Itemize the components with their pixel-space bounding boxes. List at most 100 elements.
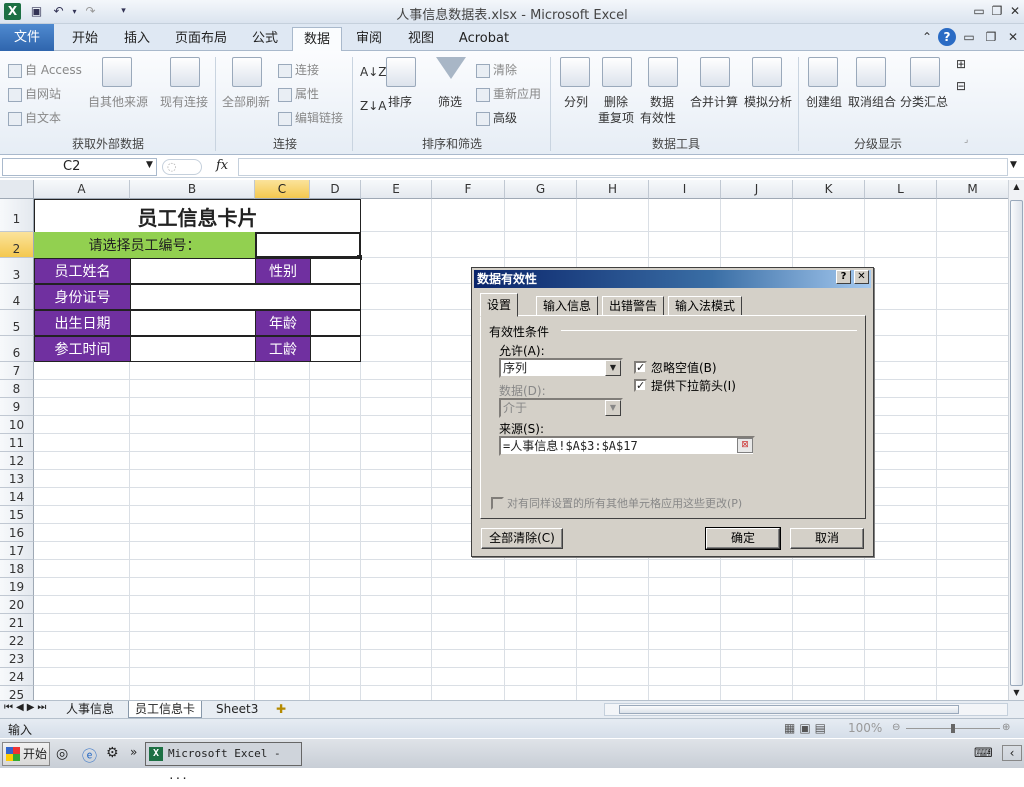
row-header[interactable]: 2 (0, 232, 34, 258)
ie-icon[interactable]: ⓔ (82, 745, 97, 766)
minimize-icon[interactable]: ▭ (970, 2, 988, 20)
row-header[interactable]: 5 (0, 310, 34, 336)
tray-keyboard-icon[interactable]: ⌨ (974, 746, 993, 761)
scroll-thumb[interactable] (1010, 200, 1023, 686)
label-cell-join[interactable]: 参工时间 (34, 336, 131, 362)
name-box[interactable]: C2 (2, 158, 157, 176)
tab-page-layout[interactable]: 页面布局 (168, 27, 234, 51)
remove-duplicates-button-1[interactable]: 删除 (604, 93, 628, 110)
column-header[interactable]: C (255, 180, 310, 199)
reapply-button[interactable]: 重新应用 (476, 85, 541, 102)
start-button[interactable]: 开始 (2, 742, 50, 766)
scroll-up-icon[interactable]: ▲ (1011, 182, 1022, 191)
vertical-scrollbar[interactable]: ▲ ▼ (1008, 180, 1024, 700)
row-header[interactable]: 17 (0, 542, 34, 560)
row-header[interactable]: 11 (0, 434, 34, 452)
column-header[interactable]: M (937, 180, 1008, 199)
tab-formulas[interactable]: 公式 (242, 27, 288, 51)
row-header[interactable]: 23 (0, 650, 34, 668)
dialog-titlebar[interactable]: 数据有效性 (474, 270, 871, 288)
zoom-out-icon[interactable]: ⊖ (892, 723, 900, 733)
row-header[interactable]: 6 (0, 336, 34, 362)
collapse-ribbon-icon[interactable]: ⌃ (918, 28, 936, 46)
close-icon[interactable]: ✕ (1006, 2, 1024, 20)
allow-dropdown-icon[interactable]: ▼ (605, 360, 621, 376)
row-header[interactable]: 13 (0, 470, 34, 488)
select-all-corner[interactable] (0, 180, 34, 199)
formula-input[interactable] (238, 158, 1008, 176)
value-cell-tenure[interactable] (310, 336, 361, 362)
label-cell-gender[interactable]: 性别 (255, 258, 311, 284)
expand-formula-bar-icon[interactable]: ▼ (1010, 160, 1017, 170)
column-header[interactable]: D (310, 180, 361, 199)
sheet-nav-icons[interactable]: ⏮◀▶⏭ (4, 702, 49, 713)
column-header[interactable]: K (793, 180, 865, 199)
from-text-button[interactable]: 自文本 (8, 109, 61, 126)
horizontal-scrollbar[interactable] (604, 703, 1008, 716)
connections-button[interactable]: 连接 (278, 61, 319, 78)
sort-button[interactable]: 排序 (388, 93, 412, 110)
row-header[interactable]: 24 (0, 668, 34, 686)
restore-icon[interactable]: ❐ (988, 2, 1006, 20)
dialog-tab-input-message[interactable]: 输入信息 (536, 296, 599, 316)
row-header[interactable]: 3 (0, 258, 34, 284)
tray-expand-icon[interactable]: ‹ (1002, 745, 1022, 761)
row-header[interactable]: 18 (0, 560, 34, 578)
quicklaunch-more-icon[interactable]: » (130, 745, 137, 759)
data-dropdown-icon[interactable]: ▼ (605, 400, 621, 416)
other-sources-button[interactable]: 自其他来源 (88, 93, 148, 110)
label-cell-age[interactable]: 年龄 (255, 310, 311, 336)
value-cell-id[interactable] (130, 284, 361, 310)
row-header[interactable]: 15 (0, 506, 34, 524)
tab-acrobat[interactable]: Acrobat (452, 27, 516, 51)
scroll-down-icon[interactable]: ▼ (1011, 688, 1022, 697)
tab-home[interactable]: 开始 (62, 27, 108, 51)
ok-button[interactable]: 确定 (705, 527, 781, 550)
filter-button[interactable]: 筛选 (438, 93, 462, 110)
outline-dialog-launcher-icon[interactable]: ⌟ (964, 135, 968, 145)
employee-id-input-cell[interactable] (255, 232, 361, 258)
column-header[interactable]: J (721, 180, 793, 199)
doc-restore-icon[interactable]: ❐ (982, 28, 1000, 46)
sheet-tab-3[interactable]: Sheet3 (210, 701, 264, 718)
tab-view[interactable]: 视图 (398, 27, 444, 51)
refresh-all-button[interactable]: 全部刷新 (222, 93, 270, 110)
row-header[interactable]: 4 (0, 284, 34, 310)
row-header[interactable]: 14 (0, 488, 34, 506)
tab-file[interactable]: 文件 (0, 24, 54, 51)
dialog-tab-ime-mode[interactable]: 输入法模式 (668, 296, 743, 316)
label-cell-tenure[interactable]: 工龄 (255, 336, 311, 362)
show-detail-icon[interactable]: ⊞ (956, 57, 966, 71)
column-header[interactable]: E (361, 180, 432, 199)
formula-bar-splitter[interactable]: ◌ (162, 159, 202, 175)
insert-function-icon[interactable]: fx (216, 158, 228, 173)
dialog-tab-settings[interactable]: 设置 (480, 293, 519, 317)
value-cell-age[interactable] (310, 310, 361, 336)
zoom-thumb[interactable] (951, 724, 955, 733)
column-header[interactable]: F (432, 180, 505, 199)
dropdown-checkbox[interactable]: ✓ (634, 379, 647, 392)
data-validation-button-1[interactable]: 数据 (650, 93, 674, 110)
dialog-tab-error-alert[interactable]: 出错警告 (602, 296, 665, 316)
ungroup-button[interactable]: 取消组合 (848, 93, 896, 110)
h-scroll-thumb[interactable] (619, 705, 959, 714)
row-header[interactable]: 12 (0, 452, 34, 470)
from-web-button[interactable]: 自网站 (8, 85, 61, 102)
cancel-button[interactable]: 取消 (790, 528, 864, 549)
row-header[interactable]: 1 (0, 199, 34, 232)
row-header[interactable]: 9 (0, 398, 34, 416)
what-if-button[interactable]: 模拟分析 (744, 93, 792, 110)
ignore-blank-checkbox[interactable]: ✓ (634, 361, 647, 374)
taskbar-excel-button[interactable]: X Microsoft Excel - ... (145, 742, 302, 782)
zoom-in-icon[interactable]: ⊕ (1002, 723, 1010, 733)
sheet-tab-1[interactable]: 人事信息 (60, 701, 120, 718)
clear-button[interactable]: 清除 (476, 61, 517, 78)
hide-detail-icon[interactable]: ⊟ (956, 79, 966, 93)
row-header[interactable]: 22 (0, 632, 34, 650)
zoom-level[interactable]: 100% (848, 721, 882, 735)
data-validation-button-2[interactable]: 有效性 (640, 109, 676, 126)
quicklaunch-icon-1[interactable]: ◎ (56, 746, 68, 762)
value-cell-name[interactable] (130, 258, 256, 284)
column-header[interactable]: I (649, 180, 721, 199)
tab-insert[interactable]: 插入 (114, 27, 160, 51)
